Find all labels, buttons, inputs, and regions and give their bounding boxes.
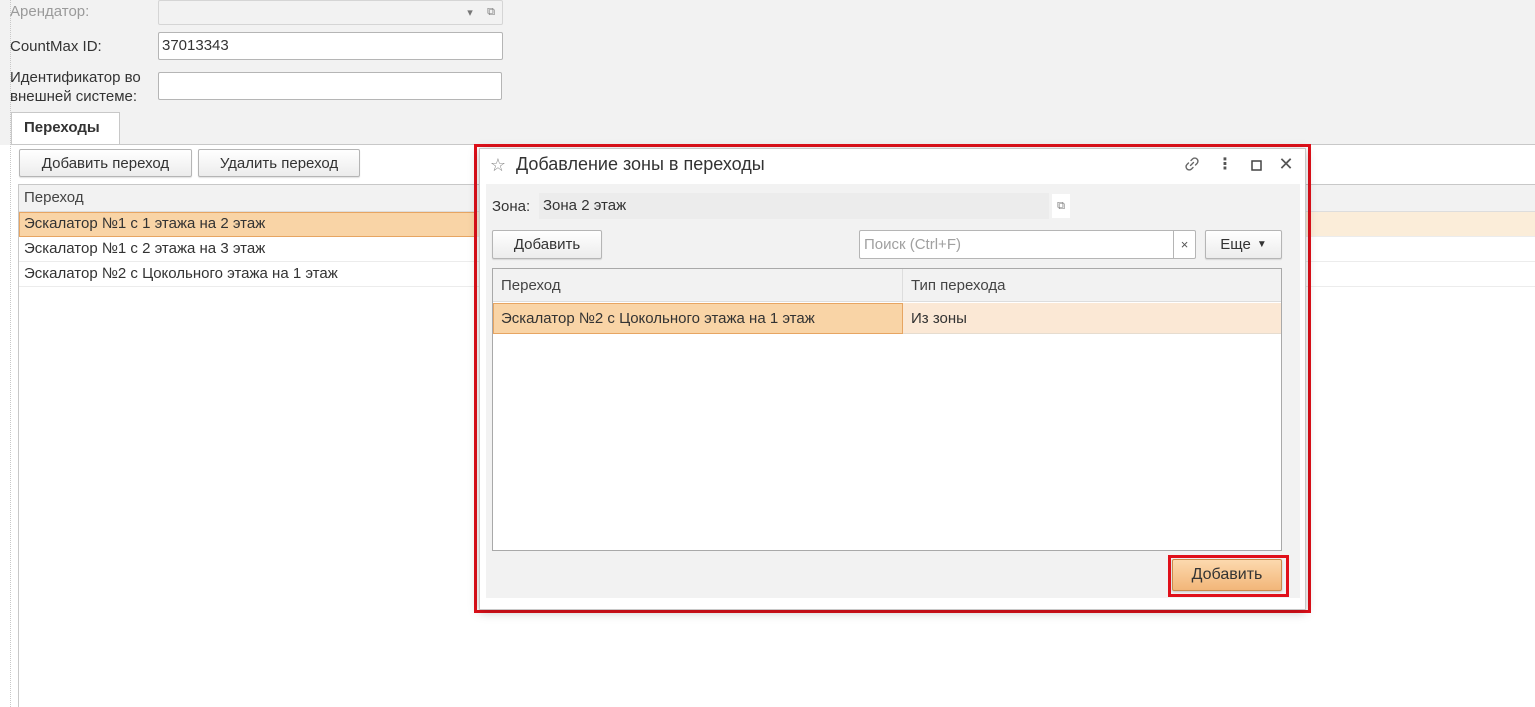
zone-label: Зона: [492, 198, 531, 215]
tenant-label: Арендатор: [10, 3, 90, 20]
star-icon[interactable]: ☆ [487, 154, 509, 176]
zone-value: Зона 2 этаж [543, 197, 627, 214]
clear-icon[interactable]: × [1173, 231, 1195, 258]
tab-transitions[interactable]: Переходы [11, 112, 120, 145]
search-box: × [859, 230, 1196, 259]
dialog-add-button[interactable]: Добавить [492, 230, 602, 259]
more-button[interactable]: Еще ▼ [1205, 230, 1282, 259]
close-icon[interactable]: ✕ [1276, 154, 1296, 174]
column-header-transition[interactable]: Переход [493, 269, 902, 302]
column-header-type[interactable]: Тип перехода [903, 269, 1281, 302]
tenant-dropdown-arrow-icon: ▾ [467, 6, 473, 19]
add-transition-button[interactable]: Добавить переход [19, 149, 192, 177]
zone-open-icon[interactable]: ⧉ [1052, 194, 1070, 218]
tenant-open-icon: ⧉ [487, 5, 495, 18]
delete-transition-button[interactable]: Удалить переход [198, 149, 360, 177]
external-id-label-line2: внешней системе: [10, 88, 138, 105]
dropdown-arrow-icon: ▼ [1256, 239, 1267, 250]
transition-name: Эскалатор №1 с 2 этажа на 3 этаж [24, 240, 266, 257]
tenant-field [158, 0, 503, 25]
countmax-value: 37013343 [162, 37, 229, 54]
zone-field: Зона 2 этаж [539, 193, 1049, 219]
external-id-field[interactable] [158, 72, 502, 100]
maximize-icon[interactable] [1246, 155, 1266, 175]
countmax-field[interactable]: 37013343 [158, 32, 503, 60]
countmax-label: CountMax ID: [10, 38, 102, 55]
confirm-add-button[interactable]: Добавить [1172, 559, 1282, 591]
more-vertical-icon[interactable]: ⋮ [1215, 154, 1235, 174]
row-type-cell[interactable]: Из зоны [903, 303, 967, 334]
external-id-label-line1: Идентификатор во [10, 69, 141, 86]
transition-name: Эскалатор №1 с 1 этажа на 2 этаж [24, 215, 266, 232]
row-transition-cell[interactable]: Эскалатор №2 с Цокольного этажа на 1 эта… [493, 303, 815, 334]
transition-name: Эскалатор №2 с Цокольного этажа на 1 эта… [24, 265, 338, 282]
search-input[interactable] [861, 232, 1173, 257]
more-button-label: Еще [1220, 236, 1251, 253]
link-icon[interactable] [1182, 154, 1202, 174]
external-id-label: Идентификатор во внешней системе: [10, 68, 141, 106]
dialog-title: Добавление зоны в переходы [516, 154, 765, 174]
left-divider [10, 0, 11, 707]
